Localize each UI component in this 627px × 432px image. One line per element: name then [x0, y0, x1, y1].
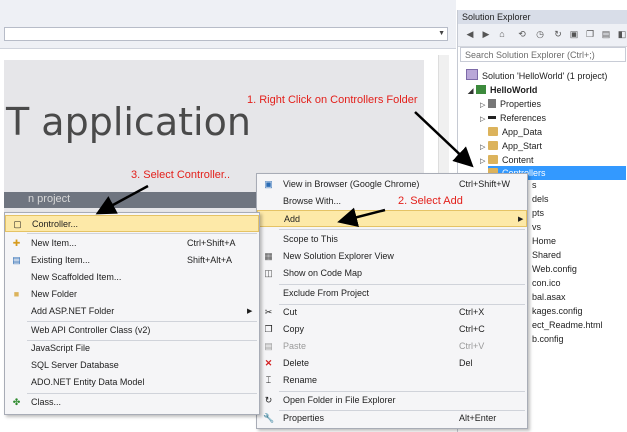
arrow-to-controllers	[414, 111, 474, 168]
arrow-to-add	[337, 207, 386, 227]
arrow-to-controller	[95, 184, 149, 215]
annotation-arrows	[95, 111, 474, 227]
